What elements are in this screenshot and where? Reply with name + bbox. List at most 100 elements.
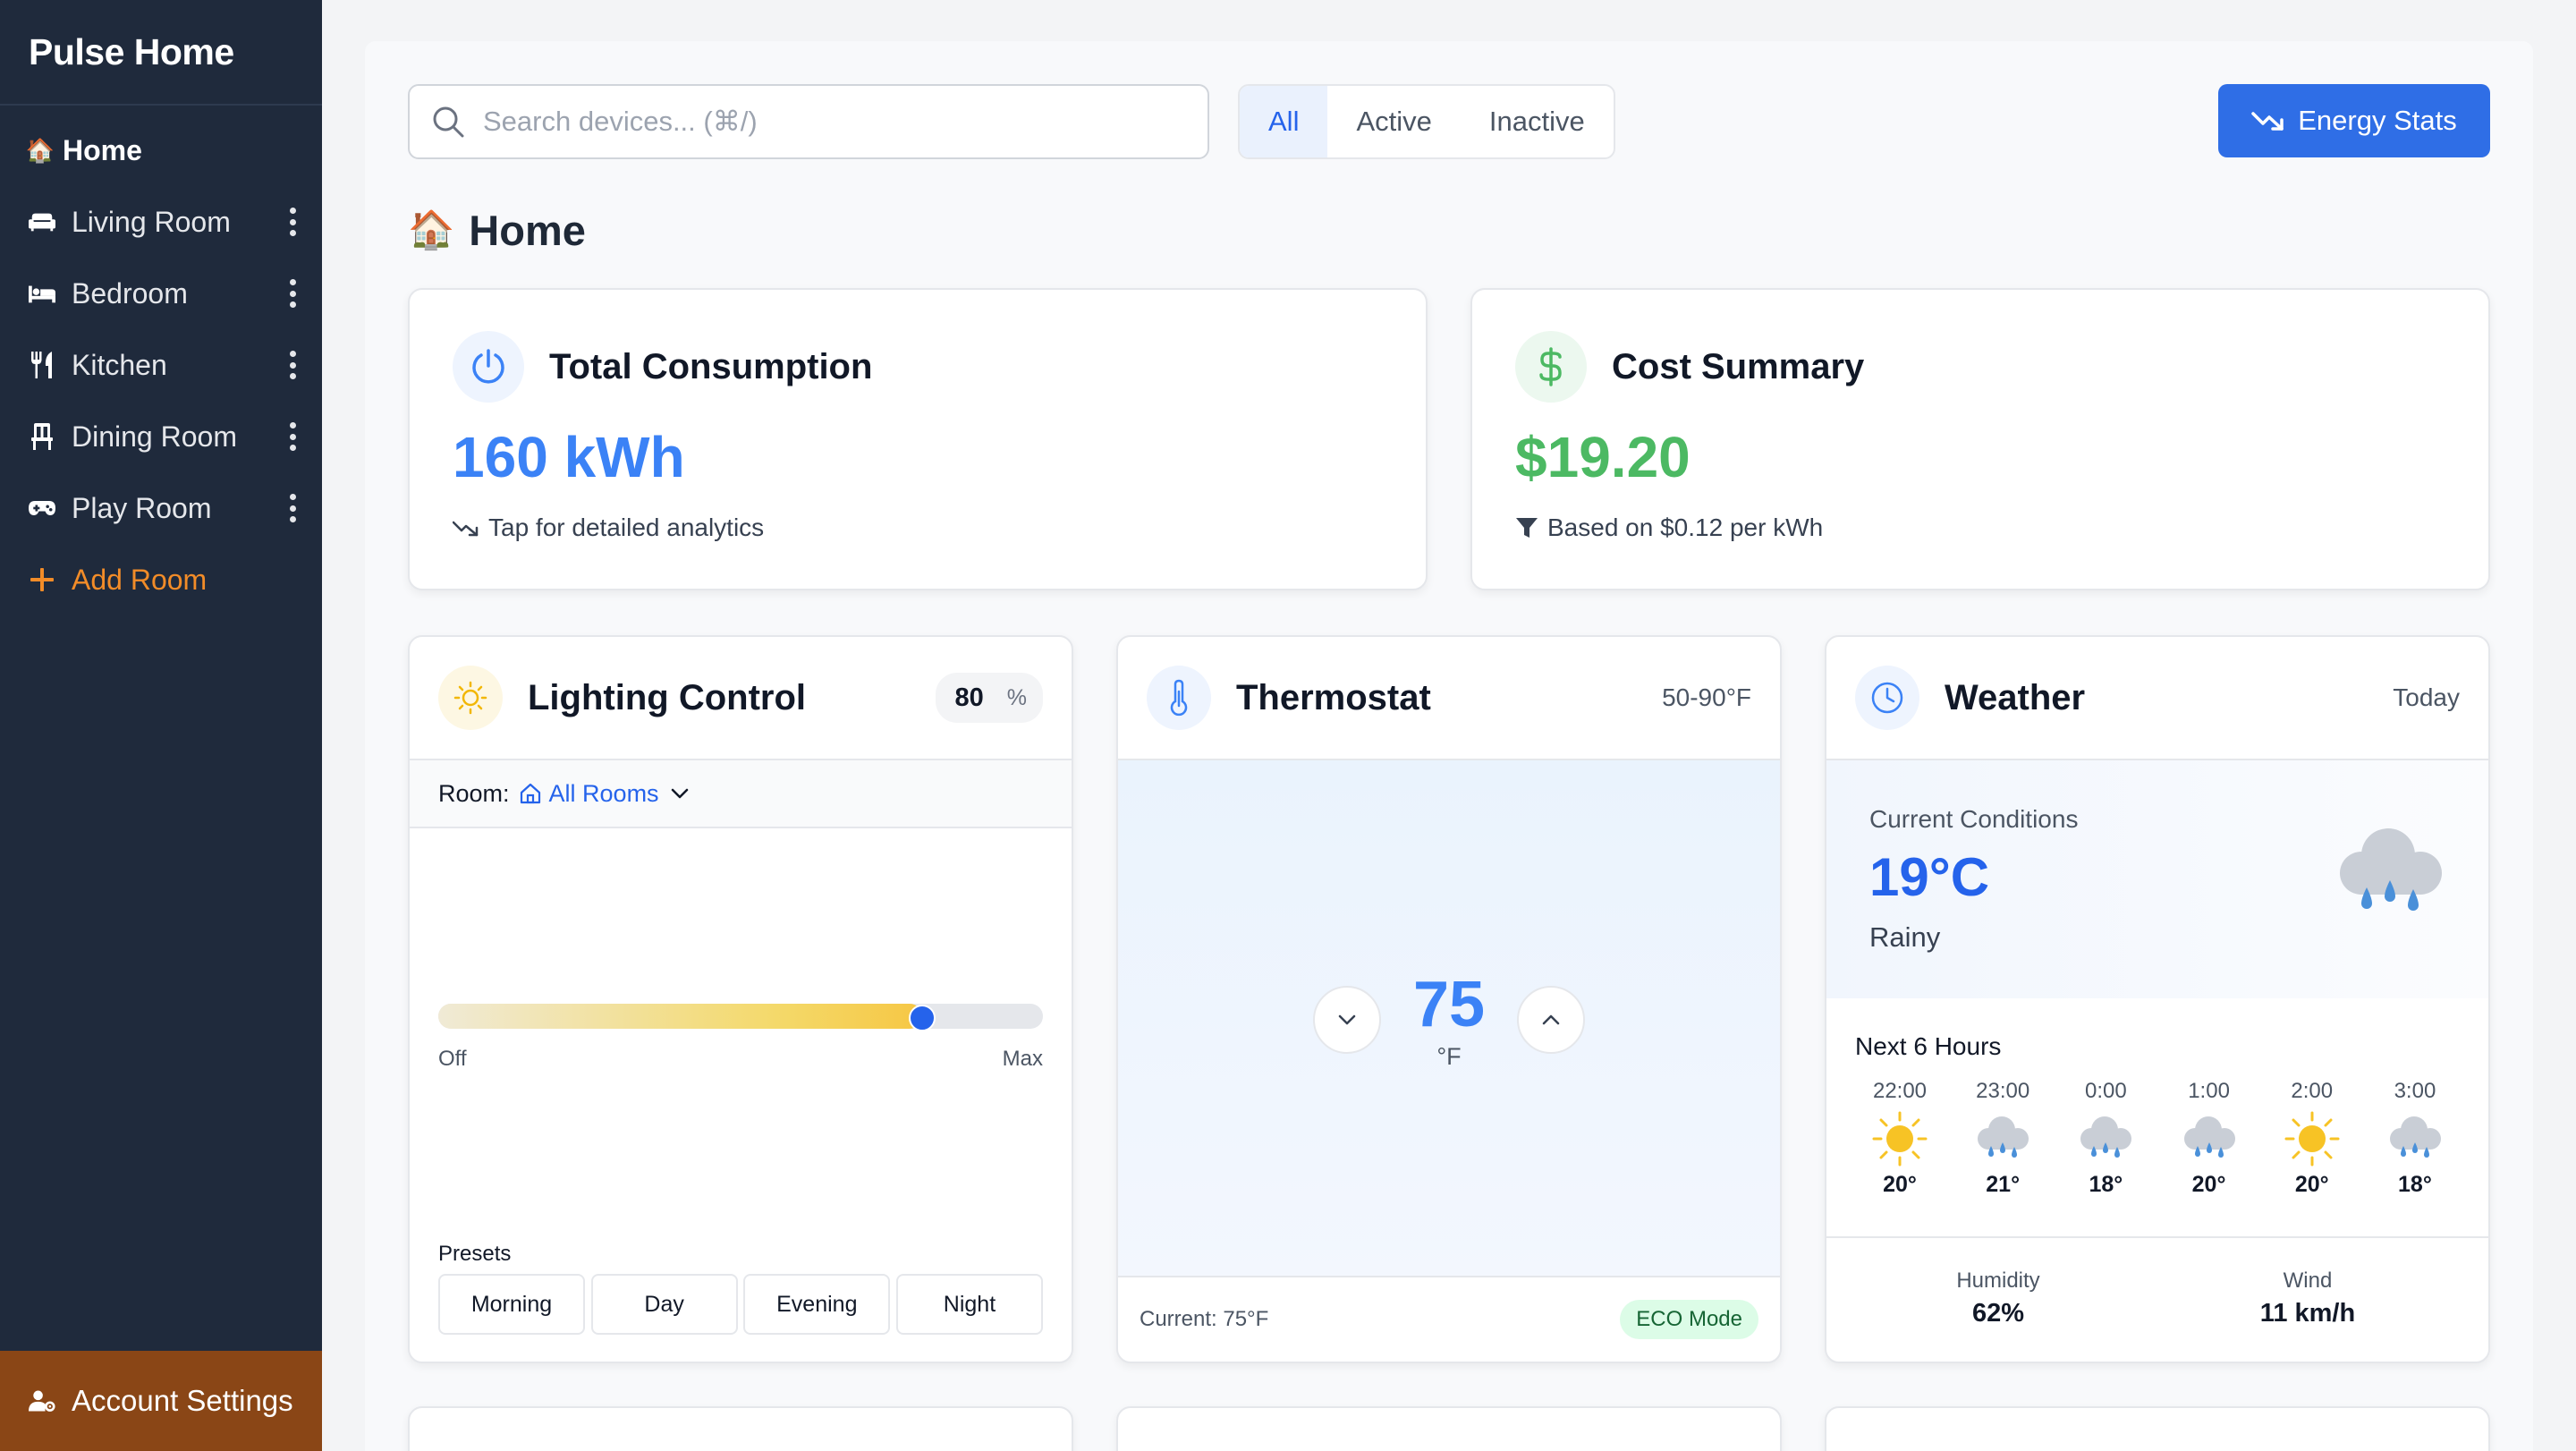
add-room-label: Add Room xyxy=(72,563,208,596)
cost-summary-card[interactable]: Cost Summary $19.20 Based on $0.12 per k… xyxy=(1470,288,2490,590)
forecast-time: 0:00 xyxy=(2085,1079,2127,1103)
bed-icon xyxy=(29,280,55,307)
total-consumption-card[interactable]: Total Consumption 160 kWh Tap for detail… xyxy=(408,288,1428,590)
forecast-hour: 1:00 20° xyxy=(2165,1079,2254,1198)
weather-stats: Humidity 62% Wind 11 km/h xyxy=(1826,1236,2488,1362)
search-box[interactable] xyxy=(408,84,1209,159)
presets-label: Presets xyxy=(438,1242,512,1266)
sun-icon xyxy=(2284,1109,2341,1168)
room-selector[interactable]: Room: All Rooms xyxy=(410,760,1072,828)
target-temperature: 75 xyxy=(1412,969,1486,1040)
brightness-unit: % xyxy=(1006,684,1027,710)
more-options-icon[interactable] xyxy=(288,351,297,379)
forecast-label: Next 6 Hours xyxy=(1855,1032,2002,1060)
increase-temp-button[interactable] xyxy=(1517,986,1585,1054)
sidebar-item-play-room[interactable]: Play Room xyxy=(0,472,322,544)
card-header: Cost Summary xyxy=(1515,331,1864,403)
house-emoji-icon: 🏠 xyxy=(25,136,55,164)
home-outline-icon xyxy=(519,782,542,805)
forecast-temp: 21° xyxy=(1986,1172,2021,1197)
preset-morning-button[interactable]: Morning xyxy=(438,1274,585,1335)
current-conditions-label: Current Conditions xyxy=(1869,805,2079,833)
card-title: Cost Summary xyxy=(1612,346,1865,386)
room-label: Room: xyxy=(438,779,510,807)
cost-note: Based on $0.12 per kWh xyxy=(1515,513,1823,542)
weather-period: Today xyxy=(2393,683,2460,711)
utensils-icon xyxy=(29,352,55,378)
sidebar-item-label: Kitchen xyxy=(72,348,167,381)
more-options-icon[interactable] xyxy=(288,208,297,236)
humidity-stat: Humidity 62% xyxy=(1864,1269,2132,1328)
preset-evening-button[interactable]: Evening xyxy=(743,1274,891,1335)
preset-buttons: Morning Day Evening Night xyxy=(438,1274,1043,1335)
brightness-slider-handle[interactable] xyxy=(908,1005,936,1031)
card-title: Lighting Control xyxy=(528,677,807,717)
chevron-down-icon xyxy=(670,787,690,800)
wind-stat: Wind 11 km/h xyxy=(2174,1269,2442,1328)
forecast-temp: 20° xyxy=(2294,1172,2329,1197)
forecast-hour: 2:00 20° xyxy=(2267,1079,2357,1198)
more-options-icon[interactable] xyxy=(288,494,297,522)
clock-icon xyxy=(1855,666,1919,730)
current-condition: Rainy xyxy=(1869,921,1941,953)
sidebar-item-dining-room[interactable]: Dining Room xyxy=(0,401,322,472)
more-options-icon[interactable] xyxy=(288,422,297,451)
user-cog-icon xyxy=(29,1387,55,1414)
main-panel: All Active Inactive Energy Stats 🏠 Home … xyxy=(365,41,2533,1451)
thermostat-footer: Current: 75°F ECO Mode xyxy=(1118,1276,1780,1362)
cost-value: $19.20 xyxy=(1515,425,1690,489)
consumption-note-text: Tap for detailed analytics xyxy=(488,513,765,541)
sidebar-item-home[interactable]: 🏠 Home xyxy=(0,115,322,186)
temperature-range: 50-90°F xyxy=(1662,683,1751,711)
slider-max-label: Max xyxy=(1002,1047,1043,1071)
brightness-value: 80 xyxy=(954,683,984,712)
search-input[interactable] xyxy=(483,106,1186,138)
rain-cloud-icon xyxy=(2385,1109,2445,1168)
sun-icon xyxy=(1871,1109,1928,1168)
temperature-unit: °F xyxy=(1436,1043,1462,1070)
forecast-hour: 22:00 20° xyxy=(1855,1079,1945,1198)
filter-all[interactable]: All xyxy=(1240,86,1328,157)
forecast-hour: 23:00 21° xyxy=(1958,1079,2047,1198)
power-icon xyxy=(453,331,524,403)
eco-mode-badge[interactable]: ECO Mode xyxy=(1620,1300,1758,1339)
filter-active[interactable]: Active xyxy=(1327,86,1460,157)
wind-value: 11 km/h xyxy=(2259,1299,2356,1328)
sidebar-item-kitchen[interactable]: Kitchen xyxy=(0,329,322,401)
preset-day-button[interactable]: Day xyxy=(590,1274,738,1335)
toolbar: All Active Inactive Energy Stats xyxy=(408,84,2490,159)
account-settings-button[interactable]: Account Settings xyxy=(0,1351,322,1451)
cost-note-text: Based on $0.12 per kWh xyxy=(1547,513,1824,541)
room-nav: 🏠 Home Living Room Bedroom Kitchen Dinin… xyxy=(0,106,322,615)
forecast-time: 23:00 xyxy=(1976,1079,2030,1103)
status-filter-group: All Active Inactive xyxy=(1238,84,1615,159)
page-title: 🏠 Home xyxy=(408,206,586,255)
plus-icon xyxy=(29,566,55,593)
trending-down-icon xyxy=(453,519,488,537)
slider-min-label: Off xyxy=(438,1047,467,1071)
sidebar-item-label: Bedroom xyxy=(72,276,188,310)
sidebar-item-bedroom[interactable]: Bedroom xyxy=(0,258,322,329)
sidebar-item-living-room[interactable]: Living Room xyxy=(0,186,322,258)
thermometer-icon xyxy=(1147,666,1211,730)
sidebar-item-label: Home xyxy=(63,133,142,166)
account-settings-label: Account Settings xyxy=(72,1384,293,1417)
brightness-slider[interactable] xyxy=(438,1004,1043,1031)
more-options-icon[interactable] xyxy=(288,279,297,308)
rain-cloud-icon xyxy=(2331,823,2449,921)
brightness-input[interactable]: 80 % xyxy=(935,673,1043,723)
thermostat-card: Thermostat 50-90°F 75 °F Current: 75°F E… xyxy=(1116,635,1782,1363)
dollar-icon xyxy=(1515,331,1587,403)
brightness-slider-fill xyxy=(438,1004,922,1029)
room-value: All Rooms xyxy=(548,779,659,807)
card-header: Total Consumption xyxy=(453,331,872,403)
filter-inactive[interactable]: Inactive xyxy=(1461,86,1614,157)
app-title: Pulse Home xyxy=(0,0,322,106)
couch-icon xyxy=(29,208,55,235)
add-room-button[interactable]: Add Room xyxy=(0,544,322,615)
card-title: Thermostat xyxy=(1236,677,1431,717)
preset-night-button[interactable]: Night xyxy=(895,1274,1043,1335)
page-title-text: Home xyxy=(469,207,586,254)
energy-stats-button[interactable]: Energy Stats xyxy=(2218,84,2490,157)
rain-cloud-icon xyxy=(2180,1109,2239,1168)
